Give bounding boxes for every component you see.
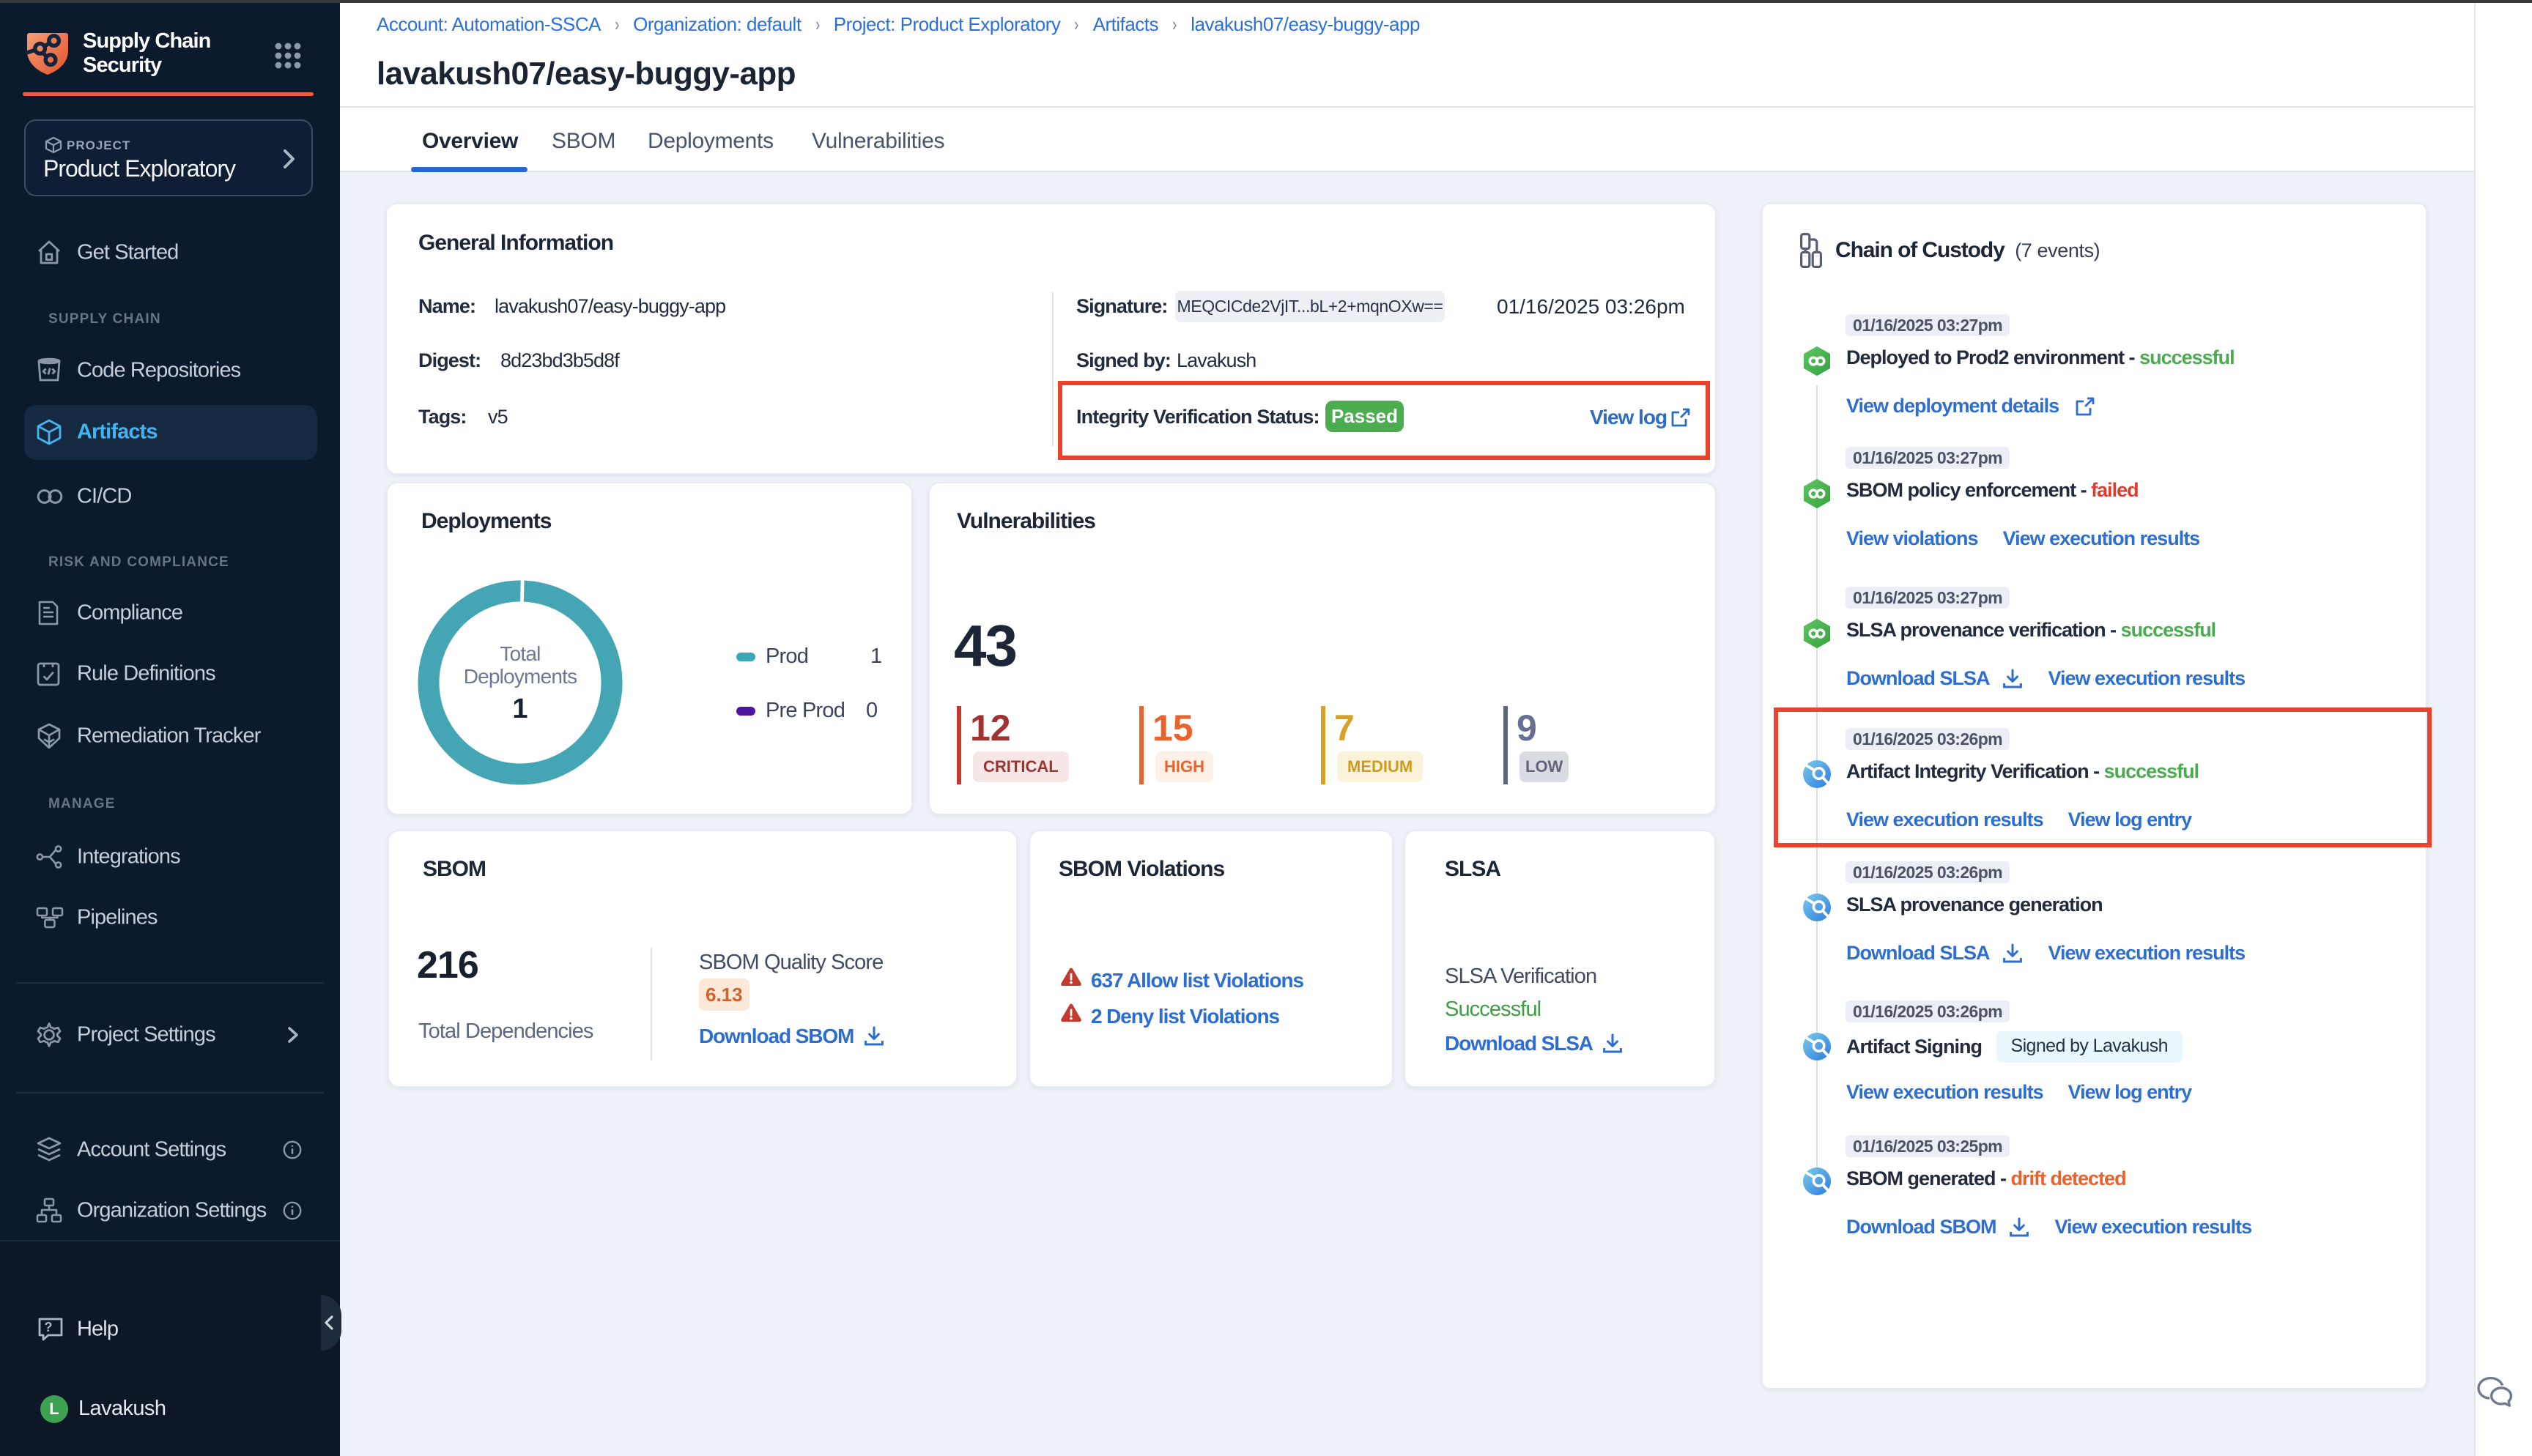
- svg-text:?: ?: [45, 1320, 53, 1334]
